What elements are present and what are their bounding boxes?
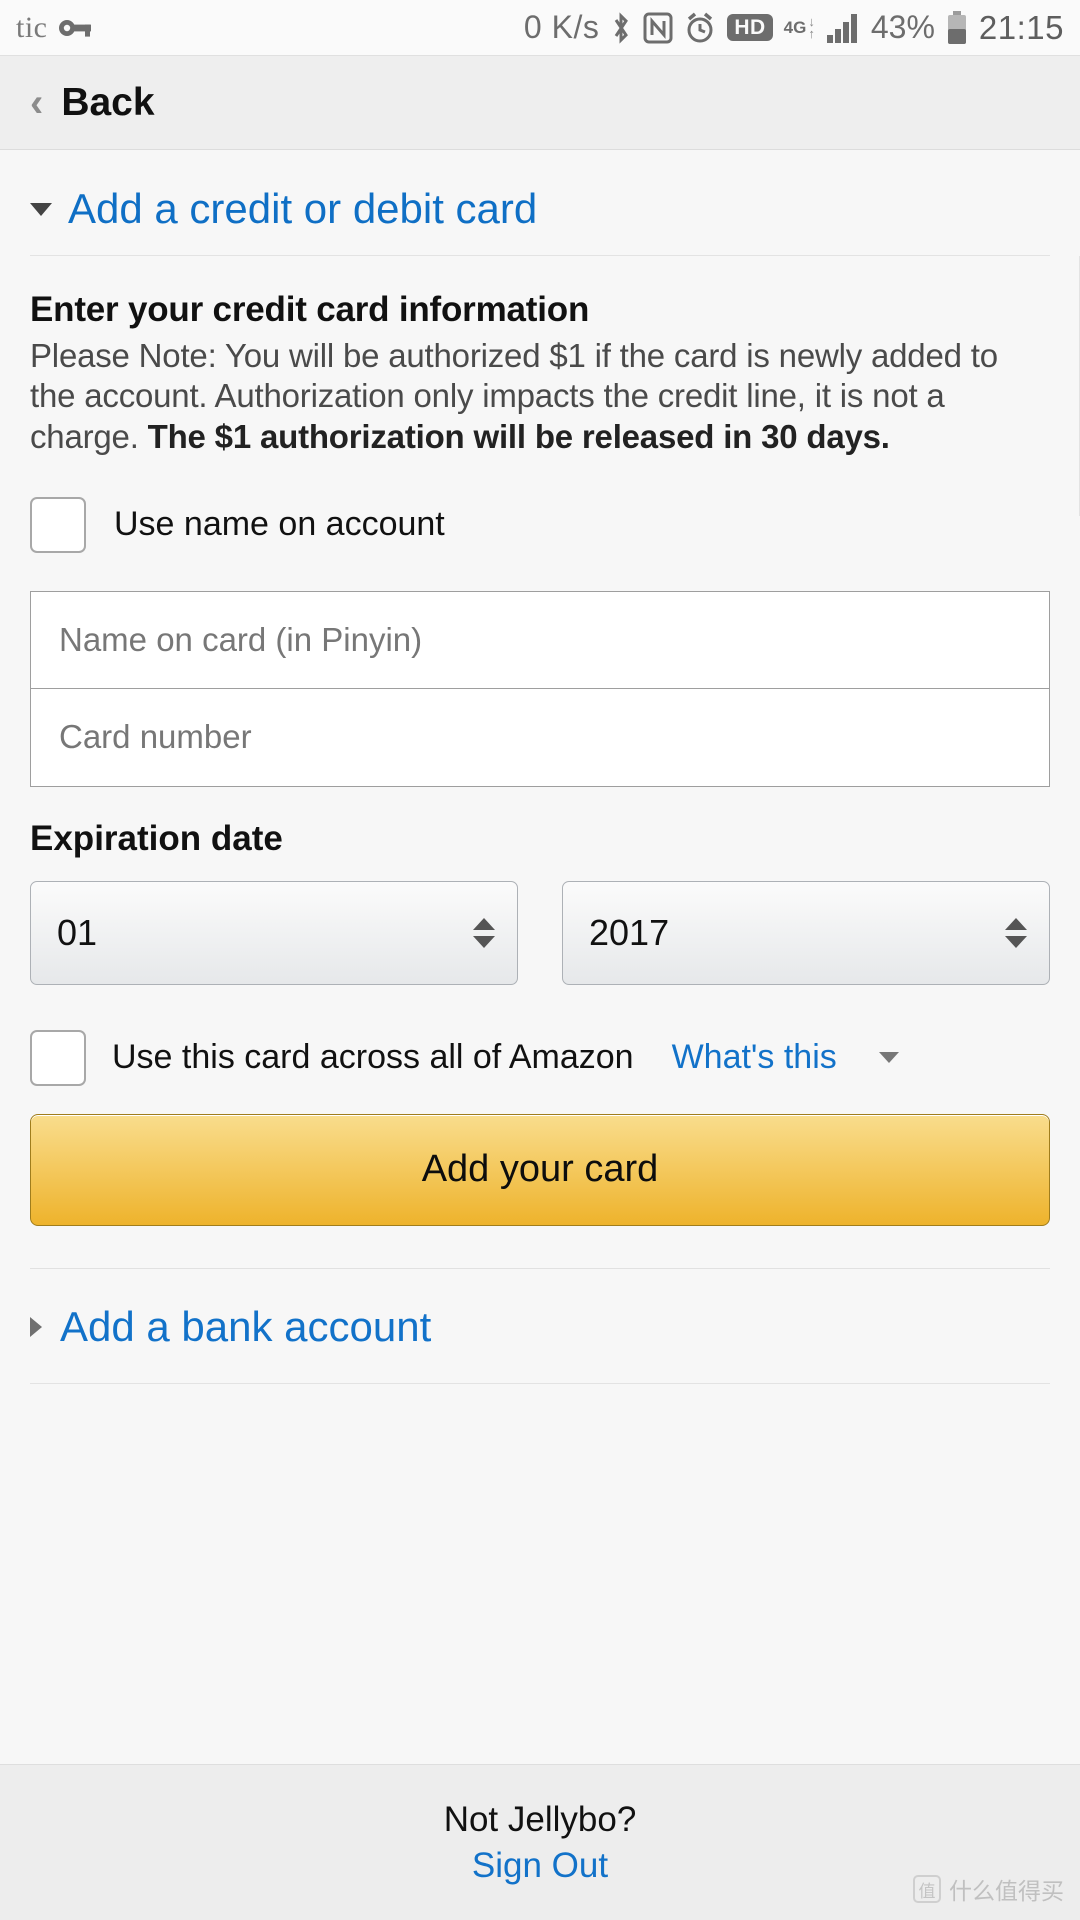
use-across-amazon-label: Use this card across all of Amazon <box>112 1038 634 1077</box>
status-bar-right: 0 K/s HD 4G ↓ ↑ 43% 21:15 <box>524 9 1064 47</box>
status-bar-left: tic <box>16 11 92 45</box>
clock-label: 21:15 <box>978 8 1064 46</box>
use-name-on-account-label: Use name on account <box>114 505 445 544</box>
key-icon <box>58 17 92 39</box>
sign-out-link[interactable]: Sign Out <box>472 1846 608 1886</box>
stepper-arrows-icon <box>1005 917 1027 948</box>
add-your-card-button[interactable]: Add your card <box>30 1113 1050 1226</box>
watermark-text: 什么值得买 <box>949 1878 1064 1904</box>
authorization-note: Please Note: You will be authorized $1 i… <box>30 336 1050 457</box>
network-speed-label: 0 K/s <box>523 9 600 45</box>
not-user-label: Not Jellybo? <box>443 1799 637 1839</box>
bluetooth-icon <box>610 11 632 45</box>
chevron-left-icon: ‹ <box>30 80 44 125</box>
stepper-arrows-icon <box>473 917 495 948</box>
signal-bars-icon <box>826 13 860 43</box>
credit-card-form: Enter your credit card information Pleas… <box>30 256 1080 1269</box>
use-across-amazon-row[interactable]: Use this card across all of Amazon What'… <box>30 1029 1050 1086</box>
whats-this-link[interactable]: What's this <box>672 1038 837 1077</box>
card-fields: Name on card (in Pinyin) Card number <box>30 590 1050 787</box>
hd-badge: HD <box>727 14 773 41</box>
phone-screen: tic 0 K/s HD 4G ↓ ↑ 43% 21:15 ‹ Back Add… <box>0 0 1080 1920</box>
card-number-input[interactable]: Card number <box>30 688 1050 787</box>
network-type-indicator: 4G ↓ ↑ <box>783 14 815 41</box>
expiration-selects: 01 2017 <box>30 880 1050 985</box>
credit-card-section-title: Add a credit or debit card <box>68 185 538 232</box>
use-name-on-account-row[interactable]: Use name on account <box>30 496 1050 553</box>
bank-account-link: Add a bank account <box>60 1302 432 1350</box>
status-bar: tic 0 K/s HD 4G ↓ ↑ 43% 21:15 <box>0 0 1080 55</box>
bank-account-section-toggle[interactable]: Add a bank account <box>30 1269 1050 1383</box>
triangle-right-icon <box>30 1316 42 1337</box>
expiration-date-label: Expiration date <box>30 818 283 858</box>
triangle-down-icon <box>30 202 52 216</box>
battery-icon <box>946 10 968 45</box>
use-name-on-account-checkbox[interactable] <box>30 496 86 553</box>
battery-percent-label: 43% <box>870 9 935 45</box>
carrier-label: tic <box>16 10 48 44</box>
credit-card-section-toggle[interactable]: Add a credit or debit card <box>30 150 1050 255</box>
network-arrows-icon: ↓ ↑ <box>808 14 815 41</box>
network-type-label: 4G <box>783 18 807 37</box>
alarm-clock-icon <box>684 12 716 44</box>
authorization-note-bold: The $1 authorization will be released in… <box>147 417 890 455</box>
form-heading: Enter your credit card information <box>30 290 590 329</box>
chevron-down-icon[interactable] <box>878 1052 899 1064</box>
expiration-year-select[interactable]: 2017 <box>562 880 1050 985</box>
use-across-amazon-checkbox[interactable] <box>30 1029 86 1086</box>
expiration-year-value: 2017 <box>589 911 670 953</box>
watermark-badge: 值 <box>913 1875 941 1903</box>
back-button[interactable]: ‹ Back <box>0 55 1080 150</box>
page-content: Add a credit or debit card Enter your cr… <box>0 150 1080 1384</box>
expiration-month-value: 01 <box>57 911 98 953</box>
watermark: 值 什么值得买 <box>913 1872 1064 1906</box>
expiration-month-select[interactable]: 01 <box>30 880 518 985</box>
name-on-card-input[interactable]: Name on card (in Pinyin) <box>30 590 1050 689</box>
form-bottom-divider <box>30 1267 1050 1269</box>
nfc-icon <box>643 12 673 44</box>
bank-section-divider <box>30 1382 1050 1384</box>
back-label: Back <box>61 80 155 124</box>
